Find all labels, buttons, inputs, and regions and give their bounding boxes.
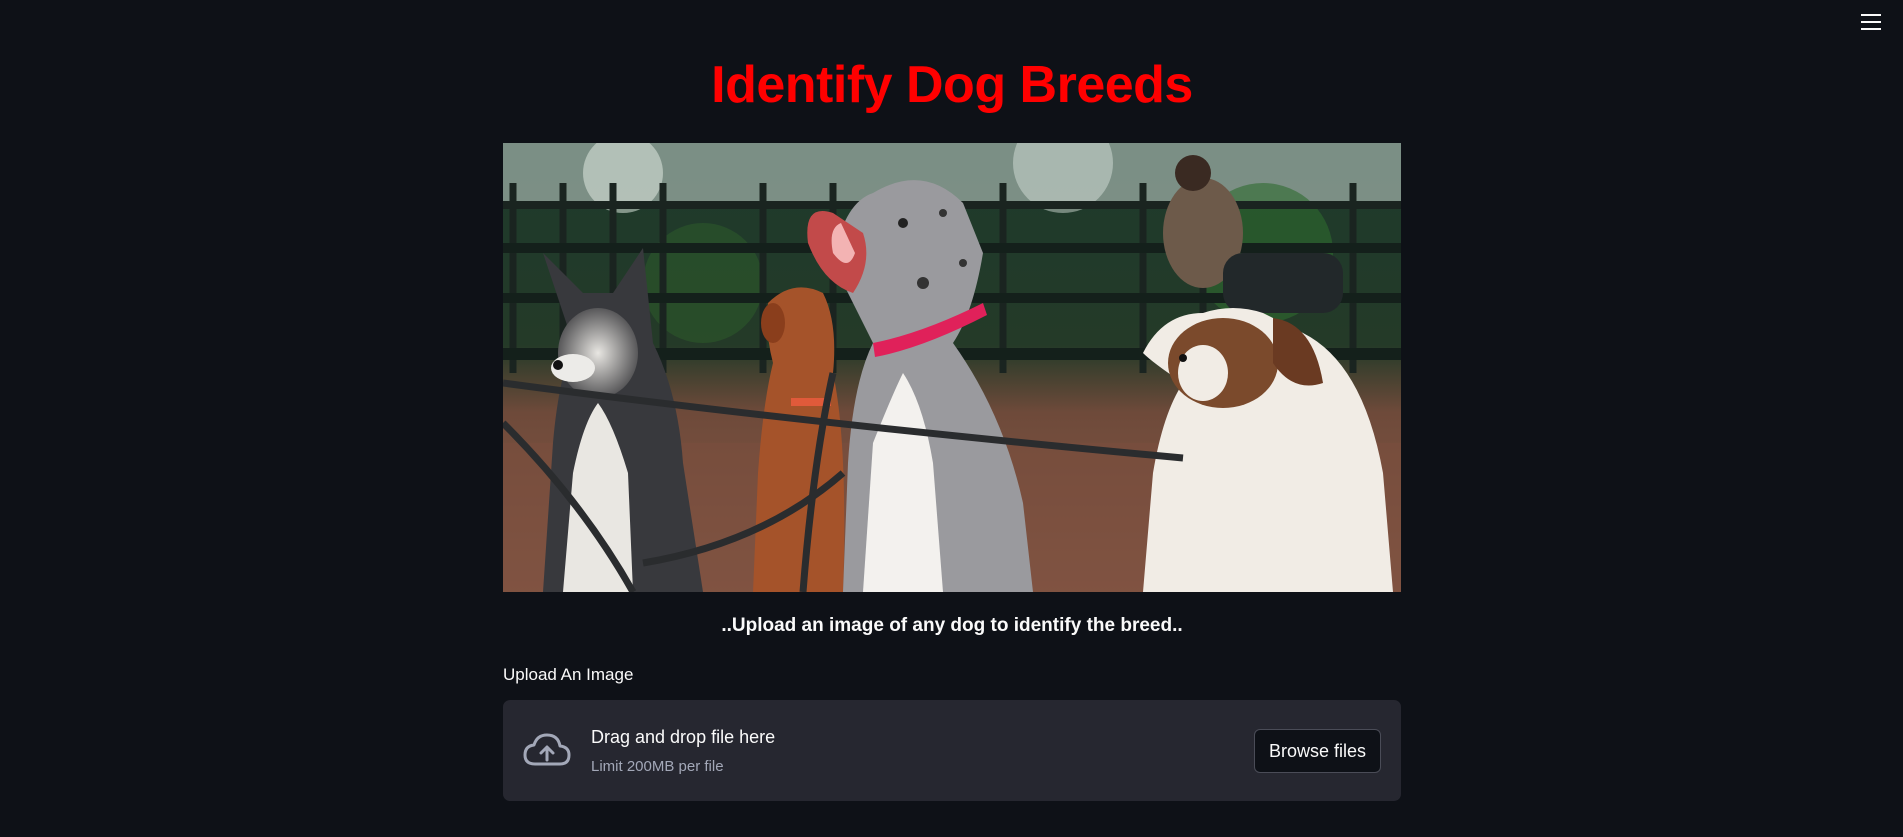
dropzone-title: Drag and drop file here <box>591 727 776 747</box>
browse-files-button[interactable]: Browse files <box>1253 729 1381 773</box>
main-menu-button[interactable] <box>1855 8 1887 36</box>
file-size-limit: Limit 200MB per file <box>591 758 724 775</box>
page-title: Identify Dog Breeds <box>711 56 1193 114</box>
dropzone-text: Drag and drop file here Limit 200MB per … <box>591 724 775 778</box>
app-root: Identify Dog Breeds ..Upload an image of… <box>0 0 1903 837</box>
main-content: Identify Dog Breeds ..Upload an image of… <box>503 0 1401 801</box>
cloud-upload-icon <box>523 733 571 766</box>
hamburger-menu-icon <box>1861 14 1881 30</box>
instructions-text: ..Upload an image of any dog to identify… <box>721 615 1183 636</box>
file-dropzone[interactable]: Drag and drop file here Limit 200MB per … <box>503 700 1401 801</box>
upload-label: Upload An Image <box>503 665 634 684</box>
hero-dogs-image <box>503 143 1401 592</box>
